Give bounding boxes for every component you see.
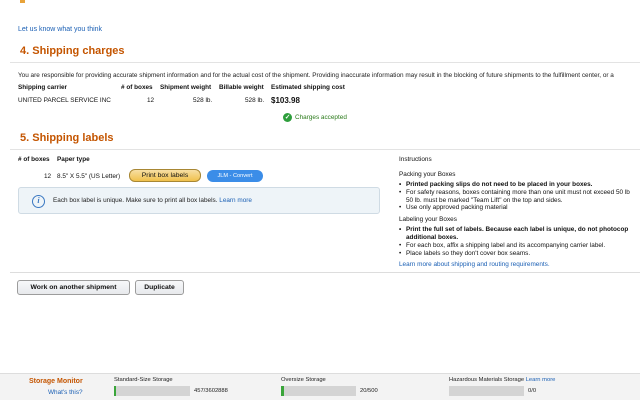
divider <box>10 62 640 63</box>
check-circle-icon: ✓ <box>283 113 292 122</box>
standard-storage-count: 457/3602888 <box>194 388 228 394</box>
boxes-value: 12 <box>147 97 155 104</box>
packing-item: Use only approved packing material <box>399 204 640 212</box>
shipping-labels-title: 5. Shipping labels <box>20 132 114 144</box>
info-icon: i <box>32 195 45 208</box>
info-learn-more-link[interactable]: Learn more <box>219 197 252 204</box>
labeling-item: Place labels so they don't cover box sea… <box>399 250 640 258</box>
packing-list: Printed packing slips do not need to be … <box>399 181 640 212</box>
hazmat-storage-bar <box>449 386 524 396</box>
charges-accepted-label: Charges accepted <box>295 114 347 121</box>
labels-header-paper: Paper type <box>57 156 90 163</box>
header-billable: Billable weight <box>219 84 264 91</box>
packing-heading: Packing your Boxes <box>399 171 456 178</box>
storage-monitor-title: Storage Monitor <box>29 378 83 385</box>
packing-item: 50 lb. must be marked "Team Lift" on the… <box>406 196 563 204</box>
labeling-heading: Labeling your Boxes <box>399 216 457 224</box>
labels-boxes-value: 12 <box>44 173 52 180</box>
instructions-heading: Instructions <box>399 156 432 163</box>
duplicate-button[interactable]: Duplicate <box>135 280 184 295</box>
whats-this-link[interactable]: What's this? <box>48 389 83 396</box>
jlm-convert-button[interactable]: JLM - Convert <box>207 170 263 182</box>
shipping-charges-title: 4. Shipping charges <box>20 45 125 57</box>
responsibility-text: You are responsible for providing accura… <box>18 72 614 79</box>
hazmat-learn-more-link[interactable]: Learn more <box>526 377 556 383</box>
charges-accepted-status: ✓ Charges accepted <box>283 113 347 122</box>
top-cut-row <box>0 0 640 8</box>
divider <box>10 272 640 273</box>
cost-value: $103.98 <box>271 96 300 105</box>
labeling-item: additional boxes. <box>406 233 459 241</box>
feedback-link[interactable]: Let us know what you think <box>18 26 102 33</box>
oversize-storage-bar <box>281 386 356 396</box>
instructions-panel: Instructions Packing your Boxes Printed … <box>399 156 640 268</box>
oversize-storage-count: 20/500 <box>360 388 378 394</box>
labels-header-boxes: # of boxes <box>18 156 50 163</box>
oversize-storage-fill <box>281 386 284 396</box>
shipping-requirements-link[interactable]: Learn more about shipping and routing re… <box>399 261 550 268</box>
labeling-item: For each box, affix a shipping label and… <box>399 242 640 250</box>
print-box-labels-button[interactable]: Print box labels <box>129 169 201 182</box>
oversize-storage-label: Oversize Storage <box>281 377 326 383</box>
header-carrier: Shipping carrier <box>18 84 68 91</box>
labeling-list: Print the full set of labels. Because ea… <box>399 226 640 257</box>
hazmat-storage-count: 0/0 <box>528 388 537 394</box>
labeling-item: Print the full set of labels. Because ea… <box>399 226 640 234</box>
header-weight: Shipment weight <box>160 84 212 91</box>
billable-value: 528 lb. <box>245 97 265 104</box>
standard-storage-fill <box>114 386 116 396</box>
standard-storage-label: Standard-Size Storage <box>114 377 173 383</box>
info-message: Each box label is unique. Make sure to p… <box>53 197 252 204</box>
paper-type-value: 8.5" X 5.5" (US Letter) <box>57 173 121 180</box>
work-on-another-shipment-button[interactable]: Work on another shipment <box>17 280 130 295</box>
header-cost: Estimated shipping cost <box>271 84 345 91</box>
standard-storage-bar <box>114 386 190 396</box>
carrier-value: UNITED PARCEL SERVICE INC <box>18 97 111 104</box>
packing-item: For safety reasons, boxes containing mor… <box>399 189 640 197</box>
packing-item: Printed packing slips do not need to be … <box>399 181 640 189</box>
header-boxes: # of boxes <box>121 84 153 91</box>
storage-monitor: Storage Monitor What's this? Standard-Si… <box>0 373 640 400</box>
hazmat-storage-label: Hazardous Materials Storage Learn more <box>449 377 555 383</box>
info-box: i Each box label is unique. Make sure to… <box>18 187 380 214</box>
status-square-icon <box>20 0 25 3</box>
info-text: Each box label is unique. Make sure to p… <box>53 197 218 204</box>
weight-value: 528 lb. <box>193 97 213 104</box>
hazmat-storage-text: Hazardous Materials Storage <box>449 377 525 383</box>
divider <box>10 149 640 150</box>
